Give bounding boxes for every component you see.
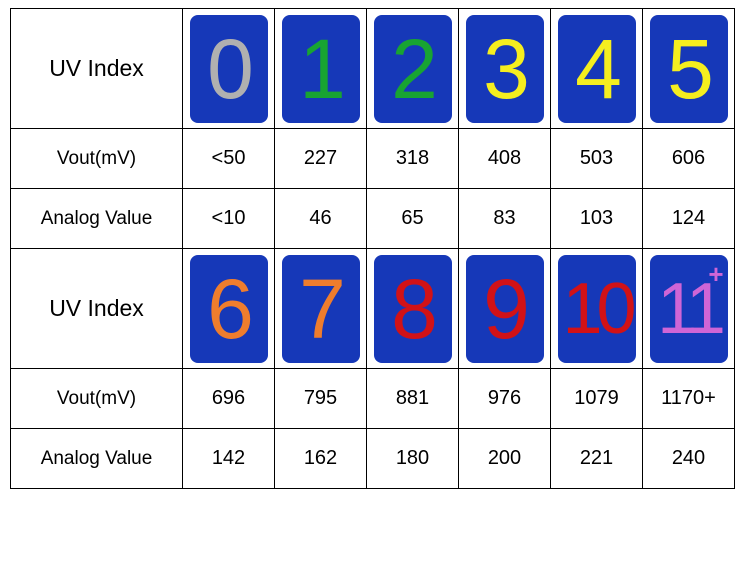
vout-value: 227 [275, 129, 367, 189]
analog-value: 180 [367, 429, 459, 489]
uv-tile: 2 [367, 9, 458, 128]
uv-tile-bg: 7 [282, 255, 360, 363]
vout-value: <50 [183, 129, 275, 189]
uv-tile: 1 [275, 9, 366, 128]
analog-value: <10 [183, 189, 275, 249]
uv-tile: 9 [459, 249, 550, 368]
vout-value: 318 [367, 129, 459, 189]
vout-value: 1170+ [643, 369, 735, 429]
uv-tile-bg: 2 [374, 15, 452, 123]
uv-tile-bg: 11+ [650, 255, 728, 363]
uv-tile-bg: 10 [558, 255, 636, 363]
uv-tile-number: 6 [207, 267, 250, 351]
vout-label: Vout(mV) [57, 148, 136, 169]
uv-tile: 0 [183, 9, 274, 128]
uv-tile-number: 9 [483, 267, 526, 351]
uv-tile-bg: 1 [282, 15, 360, 123]
vout-value: 408 [459, 129, 551, 189]
uv-index-label: UV Index [49, 295, 144, 321]
analog-value: 240 [643, 429, 735, 489]
uv-tile: 5 [643, 9, 734, 128]
vout-value: 976 [459, 369, 551, 429]
uv-tile-bg: 6 [190, 255, 268, 363]
uv-tile: 6 [183, 249, 274, 368]
uv-tile: 8 [367, 249, 458, 368]
analog-value: 221 [551, 429, 643, 489]
uv-index-row-1: UV Index 0 1 2 3 4 5 [11, 9, 735, 129]
uv-tile-bg: 4 [558, 15, 636, 123]
vout-value: 881 [367, 369, 459, 429]
uv-tile-number: 0 [207, 27, 250, 111]
vout-value: 795 [275, 369, 367, 429]
plus-icon: + [708, 259, 723, 290]
analog-value: 162 [275, 429, 367, 489]
analog-label: Analog Value [41, 448, 153, 469]
analog-label: Analog Value [41, 208, 153, 229]
uv-index-table: UV Index 0 1 2 3 4 5 Vout(mV) <50 227 31… [10, 8, 735, 489]
analog-value: 46 [275, 189, 367, 249]
uv-tile: 3 [459, 9, 550, 128]
analog-row-1: Analog Value <10 46 65 83 103 124 [11, 189, 735, 249]
uv-tile-number: 8 [391, 267, 434, 351]
vout-value: 1079 [551, 369, 643, 429]
uv-tile-bg: 8 [374, 255, 452, 363]
uv-index-label: UV Index [49, 55, 144, 81]
uv-tile-number: 10 [562, 273, 630, 345]
uv-tile-number: 4 [575, 27, 618, 111]
uv-tile-number: 7 [299, 267, 342, 351]
uv-tile-bg: 3 [466, 15, 544, 123]
uv-tile-number: 3 [483, 27, 526, 111]
analog-row-2: Analog Value 142 162 180 200 221 240 [11, 429, 735, 489]
analog-value: 65 [367, 189, 459, 249]
analog-value: 83 [459, 189, 551, 249]
uv-tile: 7 [275, 249, 366, 368]
vout-value: 503 [551, 129, 643, 189]
uv-tile-number: 5 [667, 27, 710, 111]
uv-tile-number: 1 [299, 27, 342, 111]
uv-tile: 10 [551, 249, 642, 368]
uv-tile-bg: 0 [190, 15, 268, 123]
uv-tile: 4 [551, 9, 642, 128]
uv-tile-number: 2 [391, 27, 434, 111]
analog-value: 103 [551, 189, 643, 249]
analog-value: 142 [183, 429, 275, 489]
uv-tile: 11+ [643, 249, 734, 368]
vout-value: 696 [183, 369, 275, 429]
vout-row-2: Vout(mV) 696 795 881 976 1079 1170+ [11, 369, 735, 429]
vout-value: 606 [643, 129, 735, 189]
analog-value: 124 [643, 189, 735, 249]
vout-label: Vout(mV) [57, 388, 136, 409]
uv-index-row-2: UV Index 6 7 8 9 10 11+ [11, 249, 735, 369]
analog-value: 200 [459, 429, 551, 489]
vout-row-1: Vout(mV) <50 227 318 408 503 606 [11, 129, 735, 189]
uv-tile-bg: 5 [650, 15, 728, 123]
uv-tile-bg: 9 [466, 255, 544, 363]
